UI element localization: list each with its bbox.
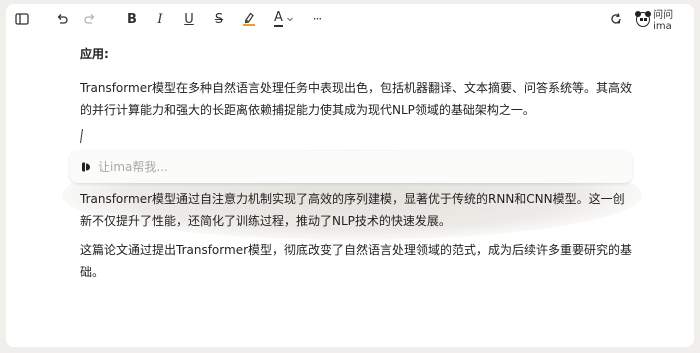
ai-prompt-box (70, 151, 632, 183)
bold-button[interactable]: B (122, 9, 142, 29)
highlighter-icon (243, 12, 255, 26)
redo-button[interactable] (80, 9, 100, 29)
ask-ima-button[interactable]: 问问ima (633, 8, 689, 32)
sidebar-toggle-button[interactable] (12, 9, 32, 29)
italic-button[interactable]: I (150, 9, 170, 29)
section-heading: 应用: (80, 47, 109, 61)
editor-window: B I U S A ··· 问问ima 应用: Transformer模型在多种… (6, 4, 694, 347)
formatting-toolbar: B I U S A ··· 问问ima (6, 4, 694, 34)
text-cursor (81, 129, 83, 143)
text-color-label: A (274, 10, 283, 27)
highlight-button[interactable] (239, 9, 259, 29)
refresh-button[interactable] (606, 9, 626, 29)
underline-button[interactable]: U (179, 9, 199, 29)
strikethrough-button[interactable]: S (209, 9, 229, 29)
paragraph-applications[interactable]: Transformer模型在多种自然语言处理任务中表现出色，包括机器翻译、文本摘… (80, 77, 632, 121)
redo-icon (84, 14, 95, 24)
ask-ima-label: 问问ima (653, 10, 674, 32)
undo-icon (57, 14, 68, 24)
more-button[interactable]: ··· (306, 9, 328, 29)
paragraph-innovation[interactable]: Transformer模型通过自注意力机制实现了高效的序列建模，显著优于传统的R… (80, 188, 632, 232)
ai-prompt-input[interactable] (98, 160, 598, 174)
sidebar-icon (15, 13, 29, 25)
panda-avatar-icon (634, 10, 652, 27)
ima-logo-icon (82, 162, 90, 172)
chevron-down-icon (287, 17, 293, 22)
text-color-button[interactable]: A (270, 9, 298, 29)
refresh-icon (611, 13, 621, 24)
paragraph-conclusion[interactable]: 这篇论文通过提出Transformer模型，彻底改变了自然语言处理领域的范式，成… (80, 239, 632, 283)
undo-button[interactable] (52, 9, 72, 29)
